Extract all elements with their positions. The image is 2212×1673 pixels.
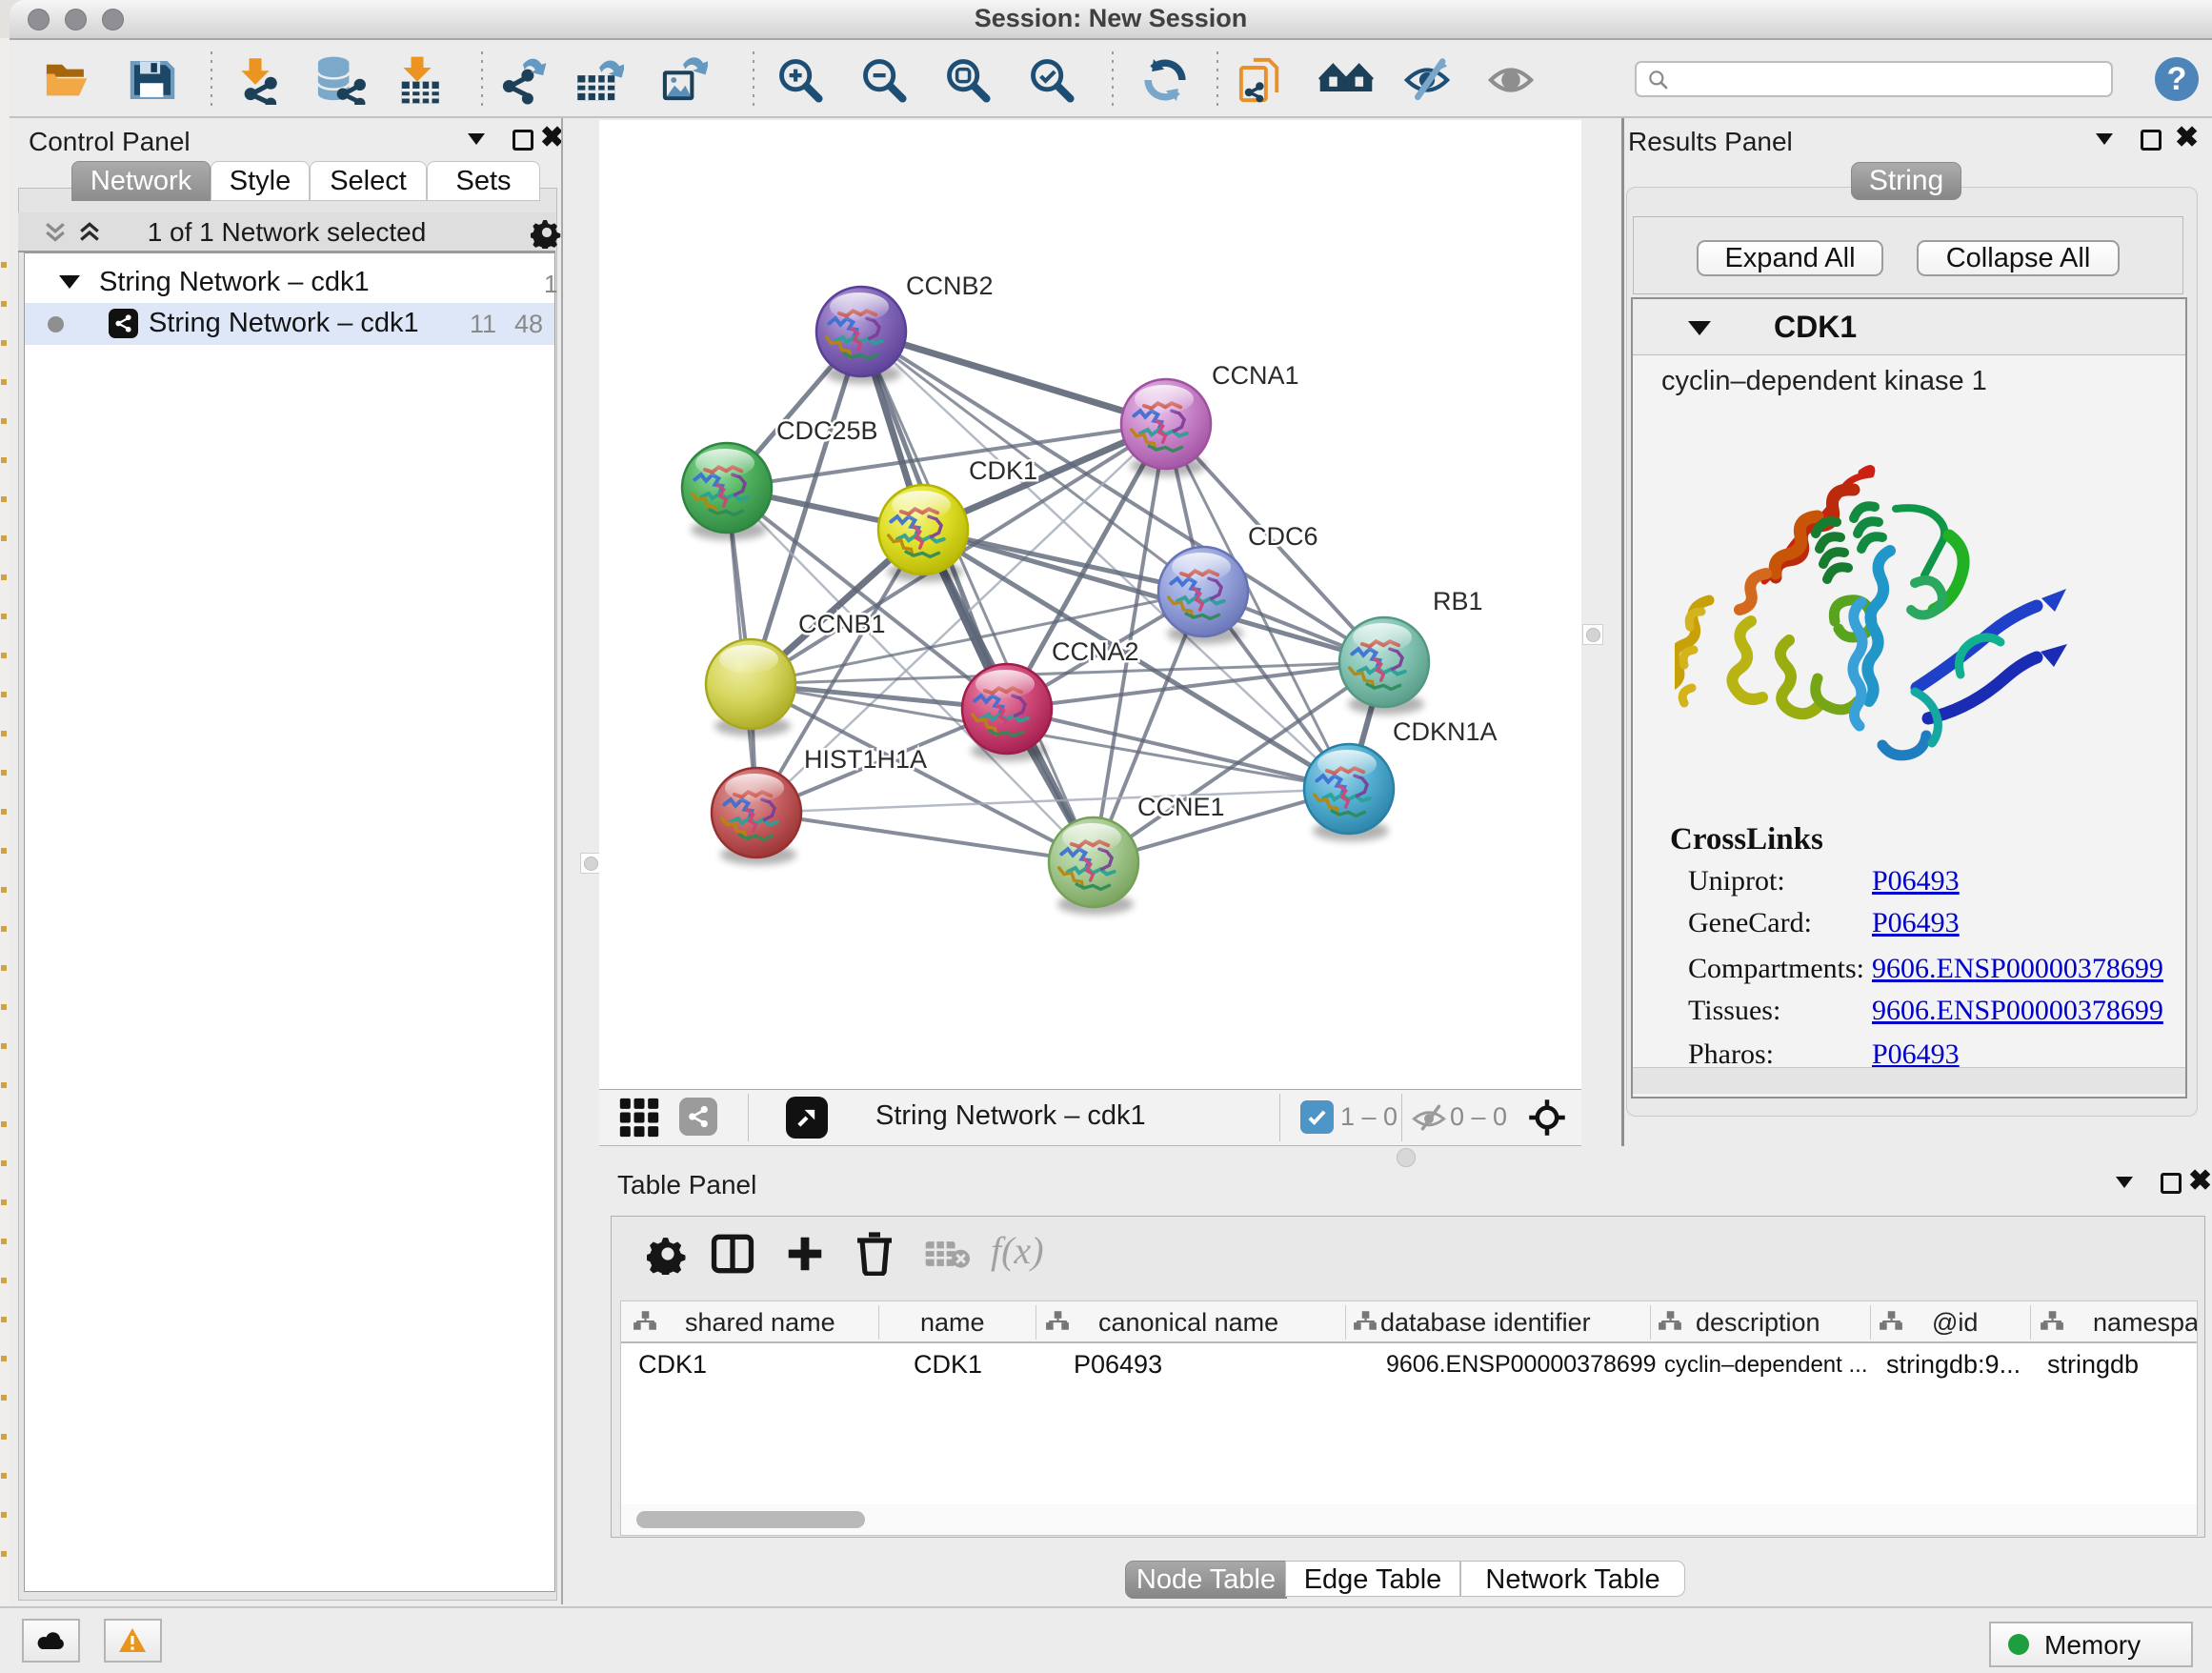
svg-text:RB1: RB1 bbox=[1433, 587, 1483, 615]
svg-text:CDC6: CDC6 bbox=[1248, 522, 1318, 551]
svg-text:CDKN1A: CDKN1A bbox=[1393, 717, 1498, 746]
svg-text:CDK1: CDK1 bbox=[969, 456, 1037, 485]
svg-text:HIST1H1A: HIST1H1A bbox=[804, 745, 927, 774]
svg-text:CCNE1: CCNE1 bbox=[1137, 793, 1225, 821]
svg-text:CCNA2: CCNA2 bbox=[1052, 637, 1139, 666]
svg-text:CCNA1: CCNA1 bbox=[1212, 361, 1299, 390]
svg-text:CDC25B: CDC25B bbox=[776, 416, 878, 445]
svg-text:CCNB2: CCNB2 bbox=[906, 272, 994, 300]
svg-text:CCNB1: CCNB1 bbox=[798, 610, 886, 638]
